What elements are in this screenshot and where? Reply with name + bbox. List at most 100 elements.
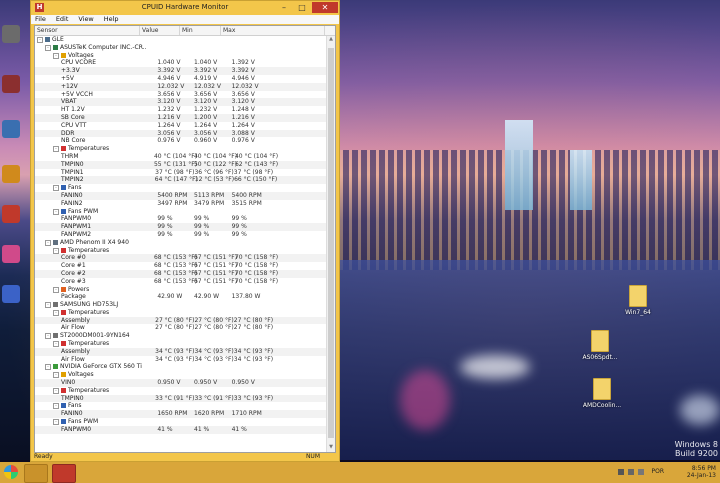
sensor-row[interactable]: VIN0 0.950 V 0.950 V 0.950 V: [35, 379, 327, 387]
sensor-row[interactable]: TMPIN0 33 °C (91 °F) 33 °C (91 °F) 33 °C (9…: [35, 394, 327, 403]
sensor-group-row[interactable]: - Voltages: [35, 52, 327, 60]
title-bar[interactable]: H CPUID Hardware Monitor – □ ✕: [31, 1, 339, 15]
sensor-row[interactable]: Assembly 27 °C (80 °F) 27 °C (80 °F) 27 °C …: [35, 316, 327, 325]
sensor-row[interactable]: Core #3 68 °C (153 °F) 67 °C (151 °F) 70 °C…: [35, 278, 327, 286]
taskbar-media-button[interactable]: [24, 464, 48, 483]
sensor-row[interactable]: FANIN0 1650 RPM 1620 RPM 1710 RPM: [35, 410, 327, 419]
menu-view[interactable]: View: [78, 15, 93, 24]
sensor-row[interactable]: TMPIN2 64 °C (147 °F) 12 °C (53 °F) 66 °C (…: [35, 176, 327, 185]
desktop-shortcut[interactable]: [0, 285, 22, 307]
expand-toggle[interactable]: -: [53, 403, 59, 410]
clock[interactable]: 8:56 PM 24-Jan-13: [687, 465, 716, 479]
sensor-row[interactable]: SB Core 1.216 V 1.200 V 1.216 V: [35, 113, 327, 122]
chrome-icon[interactable]: [4, 465, 18, 479]
sensor-group-row[interactable]: - ST2000DM001-9YN164: [35, 332, 327, 340]
expand-toggle[interactable]: -: [53, 419, 59, 426]
expand-toggle[interactable]: -: [45, 239, 51, 246]
column-max[interactable]: Max: [221, 26, 325, 35]
sensor-group-row[interactable]: - Temperatures: [35, 247, 327, 255]
scroll-up-arrow[interactable]: ▲: [327, 36, 335, 44]
sensor-row[interactable]: +5V 4.946 V 4.919 V 4.946 V: [35, 75, 327, 83]
sensor-group-row[interactable]: - Fans PWM: [35, 418, 327, 426]
expand-toggle[interactable]: -: [53, 286, 59, 293]
expand-toggle[interactable]: -: [53, 208, 59, 215]
sensor-row[interactable]: Air Flow 34 °C (93 °F) 34 °C (93 °F) 34 °C …: [35, 356, 327, 364]
sensor-row[interactable]: FANIN0 5400 RPM 5113 RPM 5400 RPM: [35, 191, 327, 200]
desktop-shortcut[interactable]: [0, 245, 22, 267]
expand-toggle[interactable]: -: [37, 37, 43, 43]
sensor-row[interactable]: TMPIN0 55 °C (131 °F) 50 °C (122 °F) 62 °C …: [35, 160, 327, 169]
expand-toggle[interactable]: -: [53, 146, 59, 153]
sensor-row[interactable]: FANPWM0 99 % 99 % 99 %: [35, 215, 327, 223]
sensor-group-row[interactable]: - ASUSTeK Computer INC.-CR...: [35, 44, 327, 52]
expand-toggle[interactable]: -: [53, 387, 59, 394]
expand-toggle[interactable]: -: [53, 341, 59, 348]
menu-file[interactable]: File: [35, 15, 46, 24]
expand-toggle[interactable]: -: [45, 302, 51, 309]
sensor-row[interactable]: FANPWM2 99 % 99 % 99 %: [35, 231, 327, 239]
desktop-shortcut[interactable]: [0, 205, 22, 227]
sensor-row[interactable]: Package 42.90 W 42.90 W 137.80 W: [35, 293, 327, 301]
sensor-group-row[interactable]: - GLE: [35, 36, 327, 44]
network-icon[interactable]: [628, 469, 634, 475]
scroll-thumb[interactable]: [328, 48, 334, 438]
sensor-row[interactable]: +3.3V 3.392 V 3.392 V 3.392 V: [35, 67, 327, 75]
desktop-shortcut[interactable]: [0, 165, 22, 187]
expand-toggle[interactable]: -: [53, 247, 59, 254]
minimize-button[interactable]: –: [275, 2, 293, 13]
desktop-shortcut[interactable]: [0, 25, 22, 47]
expand-toggle[interactable]: -: [45, 44, 51, 51]
expand-toggle[interactable]: -: [53, 185, 59, 192]
sensor-row[interactable]: FANIN2 3497 RPM 3479 RPM 3515 RPM: [35, 200, 327, 208]
sensor-row[interactable]: Assembly 34 °C (93 °F) 34 °C (93 °F) 34 °C …: [35, 347, 327, 356]
menu-edit[interactable]: Edit: [56, 15, 69, 24]
desktop-folder-amdcooling[interactable]: AMDCoolin...: [572, 378, 632, 409]
sensor-row[interactable]: Core #2 68 °C (153 °F) 67 °C (151 °F) 70 °C…: [35, 269, 327, 278]
sensor-group-row[interactable]: - Temperatures: [35, 145, 327, 153]
column-sensor[interactable]: Sensor: [35, 26, 140, 35]
sensor-group-row[interactable]: - Fans: [35, 402, 327, 410]
sensor-group-row[interactable]: - Voltages: [35, 371, 327, 379]
volume-icon[interactable]: [638, 469, 644, 475]
sensor-group-row[interactable]: - Powers: [35, 286, 327, 294]
sensor-group-row[interactable]: - Temperatures: [35, 309, 327, 317]
sensor-row[interactable]: Core #1 68 °C (153 °F) 67 °C (151 °F) 70 °C…: [35, 262, 327, 270]
sensor-row[interactable]: HT 1.2V 1.232 V 1.232 V 1.248 V: [35, 106, 327, 114]
sensor-group-row[interactable]: - AMD Phenom II X4 940: [35, 239, 327, 247]
expand-toggle[interactable]: -: [53, 52, 59, 59]
expand-toggle[interactable]: -: [53, 309, 59, 316]
sensor-row[interactable]: NB Core 0.976 V 0.960 V 0.976 V: [35, 137, 327, 145]
vertical-scrollbar[interactable]: ▲ ▼: [326, 36, 335, 452]
sensor-row[interactable]: Air Flow 27 °C (80 °F) 27 °C (80 °F) 27 °C …: [35, 324, 327, 332]
column-value[interactable]: Value: [140, 26, 180, 35]
sensor-group-row[interactable]: - SAMSUNG HD753LJ: [35, 301, 327, 309]
sensor-group-row[interactable]: - Temperatures: [35, 387, 327, 395]
expand-toggle[interactable]: -: [45, 364, 51, 371]
sensor-group-row[interactable]: - NVIDIA GeForce GTX 560 Ti: [35, 363, 327, 371]
sensor-group-row[interactable]: - Fans: [35, 184, 327, 192]
sensor-group-row[interactable]: - Fans PWM: [35, 208, 327, 216]
sensor-row[interactable]: TMPIN1 37 °C (98 °F) 36 °C (96 °F) 37 °C (9…: [35, 169, 327, 177]
sensor-row[interactable]: +5V VCCH 3.656 V 3.656 V 3.656 V: [35, 91, 327, 99]
sensor-row[interactable]: FANPWM0 41 % 41 % 41 %: [35, 425, 327, 434]
sensor-group-row[interactable]: - Temperatures: [35, 340, 327, 348]
sensor-row[interactable]: DDR 3.056 V 3.056 V 3.088 V: [35, 129, 327, 138]
taskbar-hwmonitor-button[interactable]: [52, 464, 76, 483]
sensor-row[interactable]: FANPWM1 99 % 99 % 99 %: [35, 223, 327, 231]
menu-help[interactable]: Help: [104, 15, 119, 24]
sensor-row[interactable]: +12V 12.032 V 12.032 V 12.032 V: [35, 82, 327, 91]
scroll-down-arrow[interactable]: ▼: [327, 444, 335, 452]
sensor-row[interactable]: VBAT 3.120 V 3.120 V 3.120 V: [35, 98, 327, 107]
expand-toggle[interactable]: -: [53, 372, 59, 379]
maximize-button[interactable]: □: [293, 2, 311, 13]
sensor-row[interactable]: THRM 40 °C (104 °F) 40 °C (104 °F) 40 °C (1…: [35, 153, 327, 161]
sensor-row[interactable]: CPU VCORE 1.040 V 1.040 V 1.392 V: [35, 59, 327, 67]
expand-toggle[interactable]: -: [45, 333, 51, 340]
close-button[interactable]: ✕: [312, 2, 338, 13]
flag-icon[interactable]: [618, 469, 624, 475]
desktop-shortcut[interactable]: [0, 120, 22, 142]
language-indicator[interactable]: POR: [651, 468, 664, 475]
desktop-folder-as06[interactable]: AS06Spdt...: [570, 330, 630, 361]
sensor-row[interactable]: CPU VTT 1.264 V 1.264 V 1.264 V: [35, 122, 327, 130]
column-min[interactable]: Min: [180, 26, 221, 35]
